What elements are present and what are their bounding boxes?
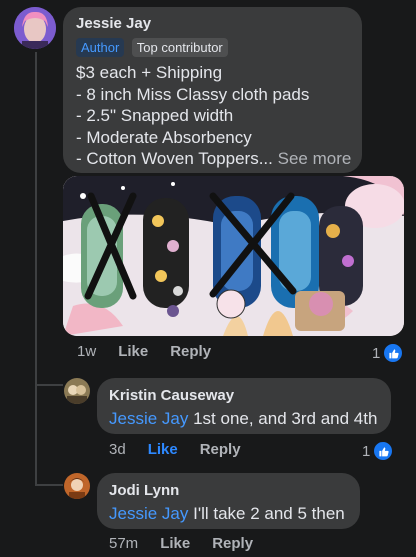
comment-line: - Moderate Absorbency xyxy=(76,127,252,147)
avatar-jodi-lynn[interactable] xyxy=(64,473,90,499)
comment-text: Jessie Jay I'll take 2 and 5 then xyxy=(109,503,345,525)
comment-line: - 2.5" Snapped width xyxy=(76,106,234,125)
comment-actions: 3d Like Reply xyxy=(109,441,263,458)
see-more-link[interactable]: See more xyxy=(278,149,352,168)
reply-button[interactable]: Reply xyxy=(200,441,241,458)
comment-author[interactable]: Kristin Causeway xyxy=(109,387,234,404)
comment-line: $3 each + Shipping xyxy=(76,63,223,82)
comment-author[interactable]: Jodi Lynn xyxy=(109,482,179,499)
comment-body: I'll take 2 and 5 then xyxy=(188,504,345,523)
comment-line-text: - Cotton Woven Toppers... xyxy=(76,149,273,168)
comment-time[interactable]: 57m xyxy=(109,535,138,552)
like-button[interactable]: Like xyxy=(160,535,190,552)
author-badge: Author xyxy=(76,38,125,57)
thumbs-up-icon xyxy=(383,343,404,363)
avatar-jessie-jay[interactable] xyxy=(14,7,56,49)
comment-author[interactable]: Jessie Jay xyxy=(76,15,151,32)
reaction-count[interactable]: 1 xyxy=(362,441,394,461)
comment-line: - 8 inch Miss Classy cloth pads xyxy=(76,84,310,104)
reply-button[interactable]: Reply xyxy=(170,343,211,360)
comment-time[interactable]: 1w xyxy=(77,343,96,360)
comment-actions: 57m Like Reply xyxy=(109,535,275,552)
reaction-number: 1 xyxy=(362,442,371,460)
thumbs-up-icon xyxy=(373,441,394,461)
reply-button[interactable]: Reply xyxy=(212,535,253,552)
avatar-image xyxy=(14,7,56,49)
top-contributor-badge: Top contributor xyxy=(131,38,228,57)
avatar-kristin-causeway[interactable] xyxy=(64,378,90,404)
thread-branch-1 xyxy=(35,384,63,386)
comment-photo[interactable] xyxy=(63,176,404,336)
thread-branch-2 xyxy=(35,484,63,486)
thread-line xyxy=(35,52,37,484)
mention-link[interactable]: Jessie Jay xyxy=(109,409,188,428)
comment-text: Jessie Jay 1st one, and 3rd and 4th xyxy=(109,408,377,430)
reaction-count[interactable]: 1 xyxy=(372,343,404,363)
like-button[interactable]: Like xyxy=(148,441,178,458)
badge-row: Author Top contributor xyxy=(76,38,231,57)
comment-line-last: - Cotton Woven Toppers... See more xyxy=(76,148,361,170)
mention-link[interactable]: Jessie Jay xyxy=(109,504,188,523)
cloth-pads-photo xyxy=(63,176,404,336)
comment-time[interactable]: 3d xyxy=(109,441,126,458)
comment-actions: 1w Like Reply xyxy=(77,343,233,360)
reaction-number: 1 xyxy=(372,344,381,362)
comment-bubble-jodi-lynn[interactable]: Jodi Lynn Jessie Jay I'll take 2 and 5 t… xyxy=(97,473,360,529)
like-button[interactable]: Like xyxy=(118,343,148,360)
comment-body: 1st one, and 3rd and 4th xyxy=(188,409,378,428)
comment-bubble-kristin-causeway[interactable]: Kristin Causeway Jessie Jay 1st one, and… xyxy=(97,378,391,434)
comment-bubble-jessie-jay[interactable]: Jessie Jay Author Top contributor $3 eac… xyxy=(63,7,362,173)
avatar-image xyxy=(64,473,90,499)
comment-text: $3 each + Shipping - 8 inch Miss Classy … xyxy=(76,62,361,170)
avatar-image xyxy=(64,378,90,404)
